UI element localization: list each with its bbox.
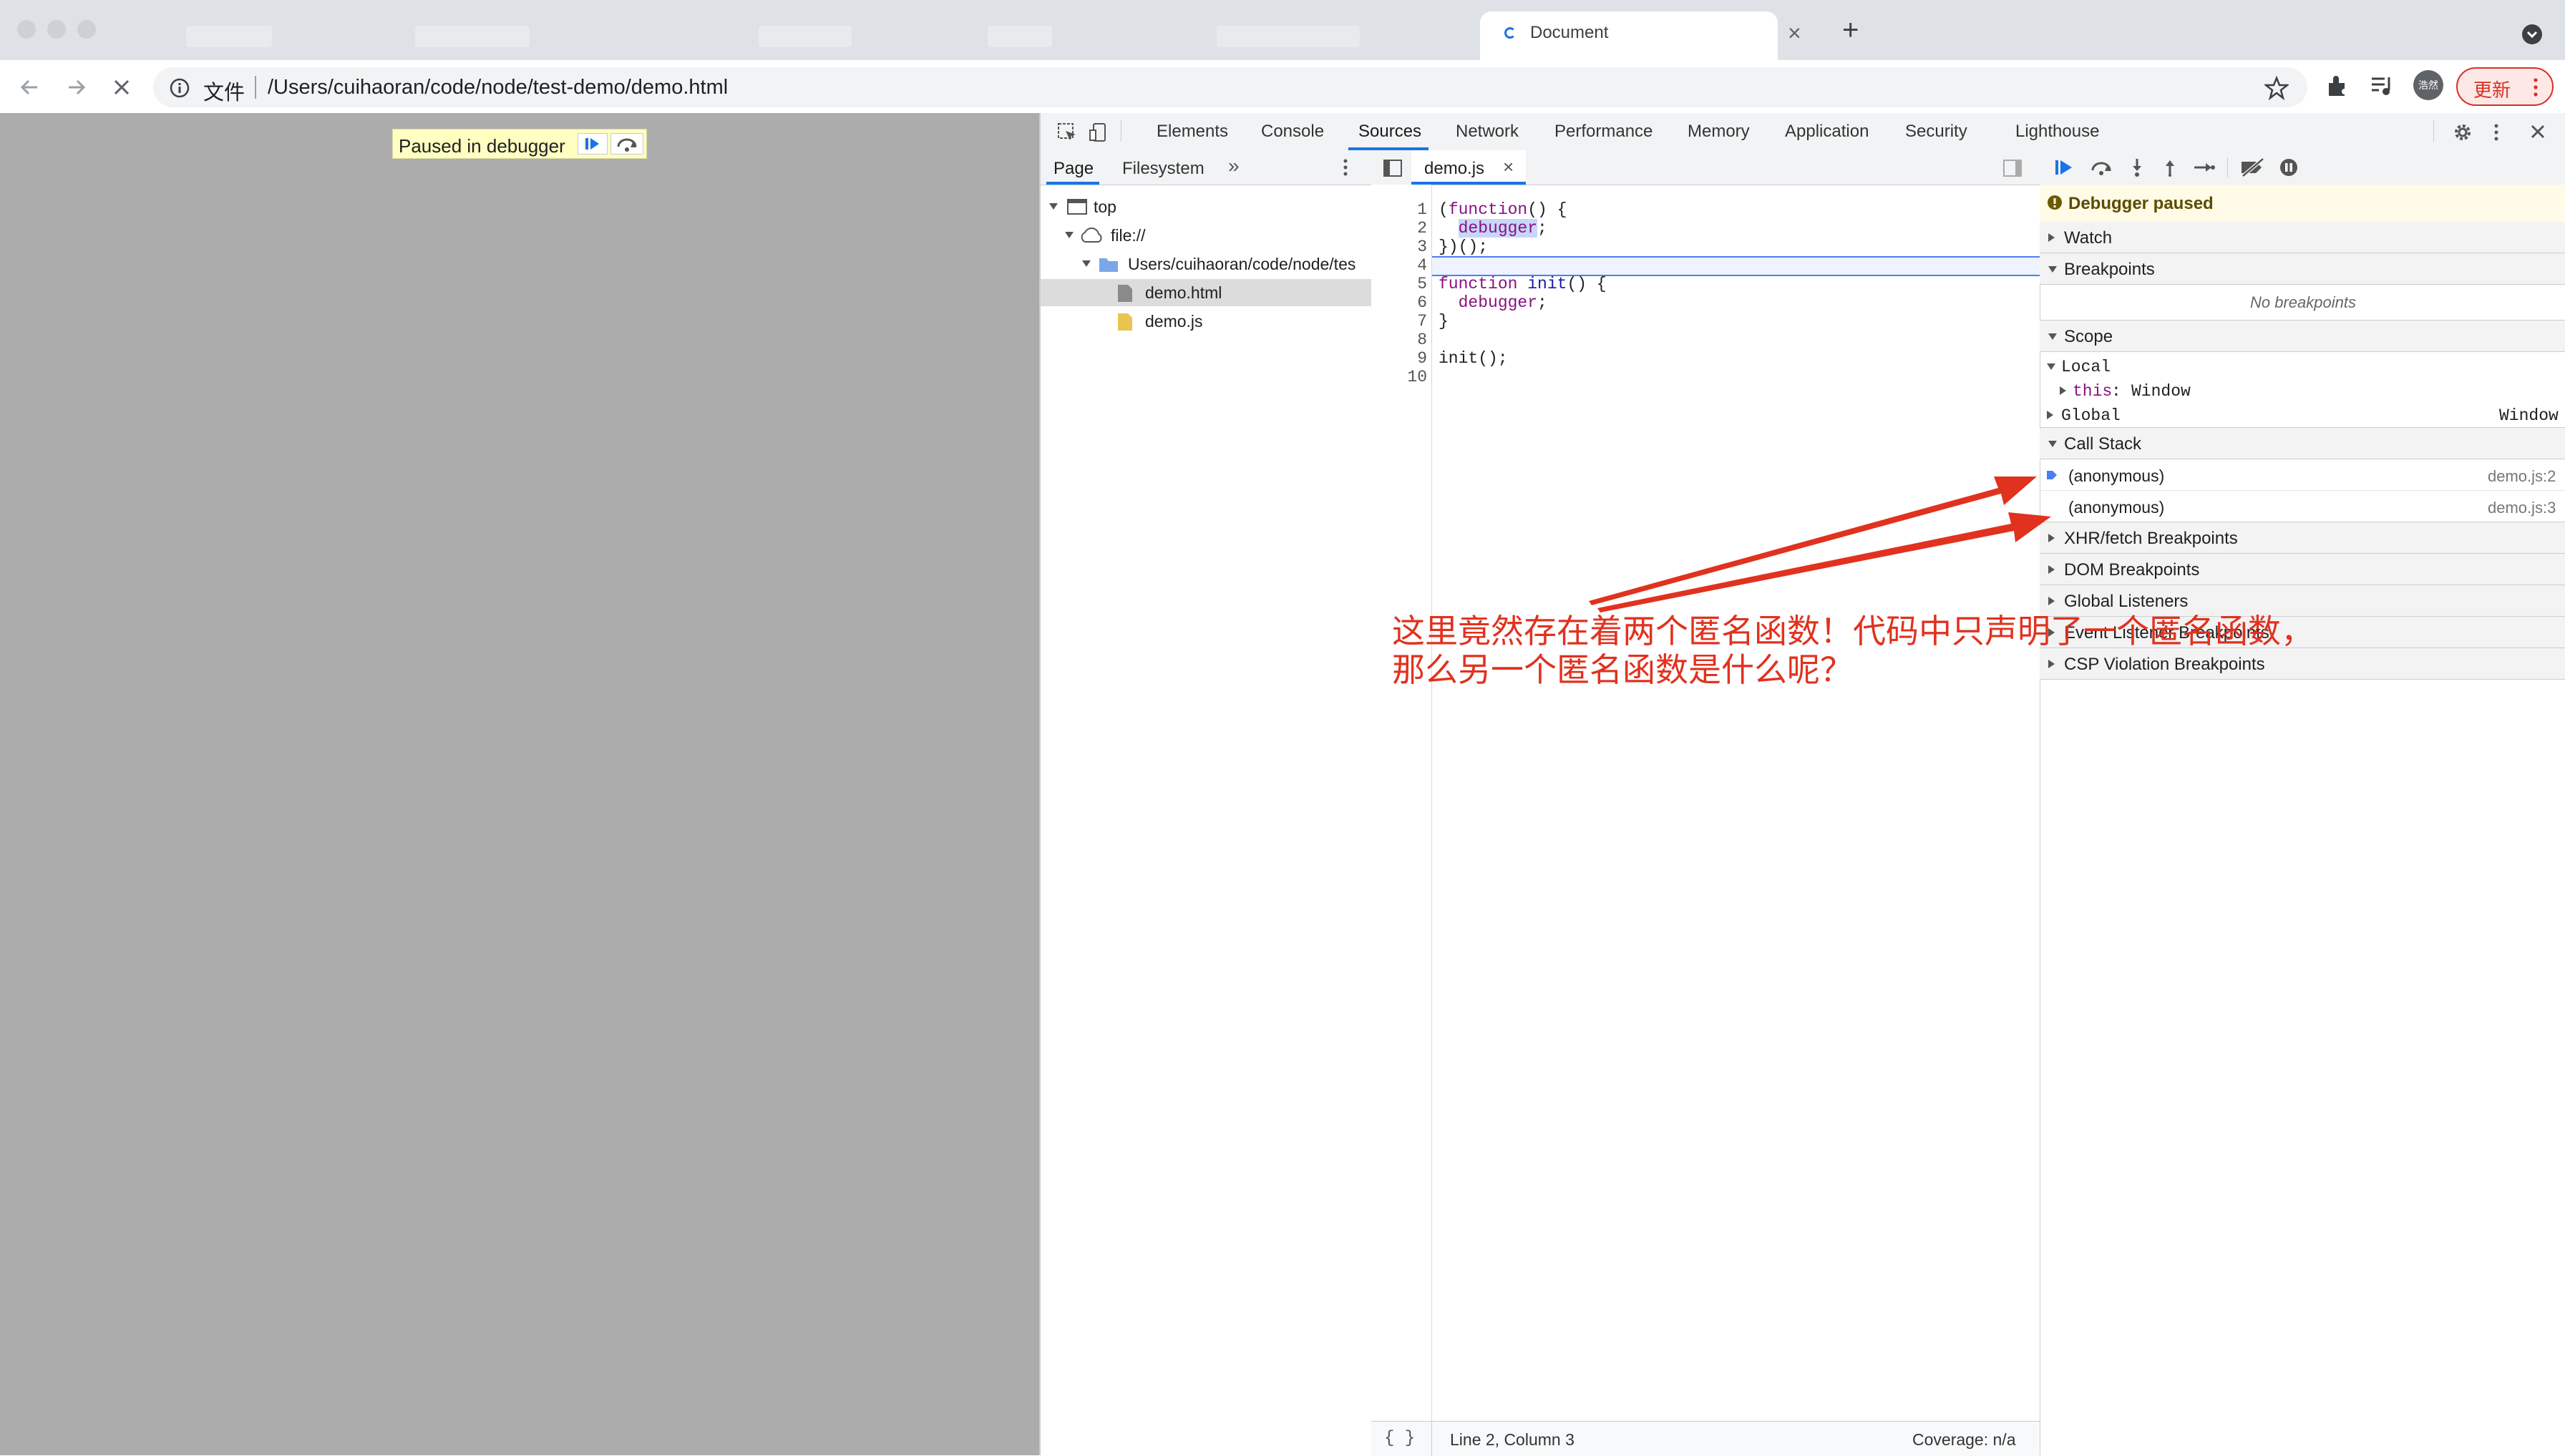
- annotation-arrows: [1589, 477, 2051, 612]
- annotation-text: 这里竟然存在着两个匿名函数！代码中只声明了一个匿名函数， 那么另一个匿名函数是什…: [1392, 612, 2314, 689]
- annotation-line: 那么另一个匿名函数是什么呢？: [1392, 651, 1853, 688]
- annotation-line: 这里竟然存在着两个匿名函数！代码中只声明了一个匿名函数，: [1392, 612, 2314, 650]
